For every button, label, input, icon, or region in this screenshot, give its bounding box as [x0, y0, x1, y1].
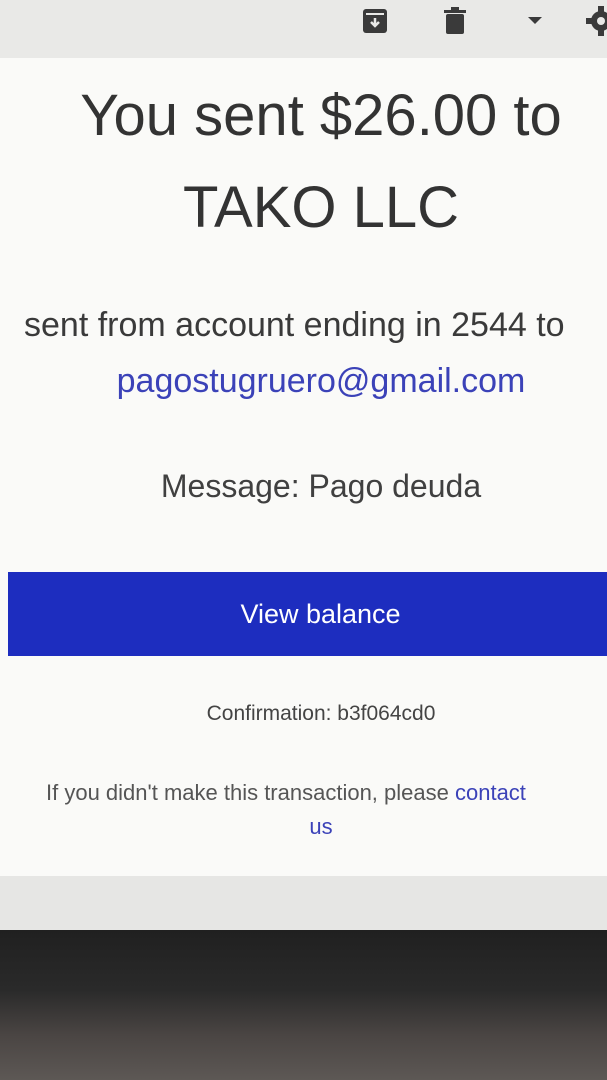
delete-icon[interactable] [440, 6, 470, 36]
email-toolbar [0, 0, 607, 59]
view-balance-label: View balance [240, 598, 401, 629]
contact-link[interactable]: contact [455, 780, 526, 805]
dropdown-icon[interactable] [520, 6, 550, 36]
disclaimer-text: If you didn't make this transaction, ple… [46, 776, 607, 844]
payment-headline: You sent $26.00 to TAKO LLC [0, 70, 607, 254]
email-footer [0, 876, 607, 930]
monitor-bezel [0, 930, 607, 1080]
confirmation-code: Confirmation: b3f064cd0 [206, 702, 436, 725]
contact-link-continued[interactable]: us [46, 810, 596, 844]
headline-amount: You sent $26.00 to [80, 83, 562, 148]
email-view: You sent $26.00 to TAKO LLC sent from ac… [0, 0, 607, 930]
view-balance-button[interactable]: View balance [8, 572, 607, 656]
archive-icon[interactable] [360, 6, 390, 36]
sent-from-text: sent from account ending in 2544 to [24, 306, 565, 344]
email-body: You sent $26.00 to TAKO LLC sent from ac… [0, 58, 607, 876]
recipient-email-link[interactable]: pagostugruero@gmail.com [0, 362, 607, 401]
headline-recipient: TAKO LLC [182, 175, 460, 240]
settings-icon[interactable] [586, 6, 607, 36]
disclaimer-body: If you didn't make this transaction, ple… [46, 780, 455, 805]
payment-message: Message: Pago deuda [160, 468, 482, 504]
